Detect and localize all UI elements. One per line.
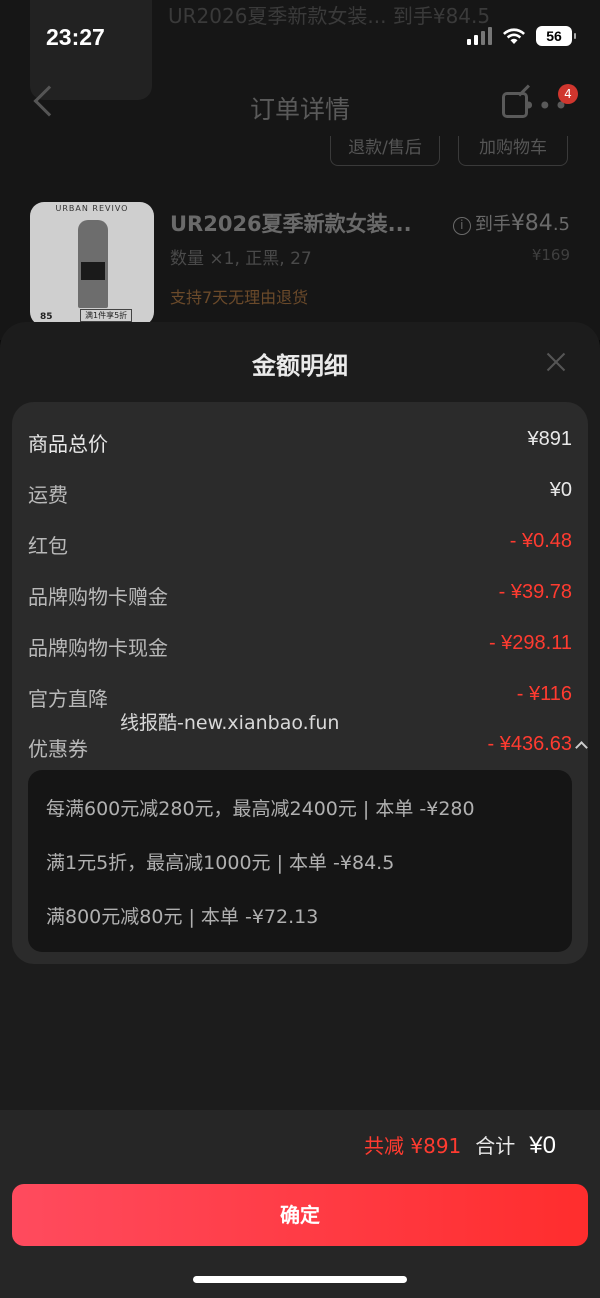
chevron-up-icon[interactable] [575, 741, 588, 754]
info-icon[interactable]: i [452, 217, 471, 235]
row-label: 运费 [28, 483, 68, 507]
row-brand-card-bonus: 品牌购物卡赠金 - ¥39.78 [28, 575, 572, 611]
final-price: i 到手¥84.5 [452, 210, 570, 236]
row-value: ¥891 [527, 428, 573, 450]
row-value: - ¥116 [516, 683, 572, 705]
watermark-text: 线报酷-new.xianbao.fun [120, 712, 340, 734]
confirm-button[interactable]: 确定 [12, 1184, 588, 1246]
row-value: - ¥0.48 [509, 530, 572, 552]
notification-badge: 4 [558, 84, 578, 104]
row-label: 红包 [28, 534, 68, 558]
original-price: ¥169 [531, 246, 570, 264]
totals-summary: 共减 ¥891 合计 ¥0 [364, 1130, 556, 1160]
row-value: - ¥39.78 [498, 581, 572, 603]
sheet-footer: 共减 ¥891 合计 ¥0 确定 [0, 1110, 600, 1298]
coupon-line: 满800元减80元 | 本单 -¥72.13 [46, 906, 319, 928]
row-label: 商品总价 [28, 432, 108, 456]
product-item[interactable]: URBAN REVIVO 85 满1件享5折 UR2026夏季新款女装... 数… [30, 202, 570, 327]
row-value: - ¥298.11 [488, 632, 572, 654]
more-icon[interactable]: ••• [522, 94, 570, 118]
cellular-signal-icon [467, 27, 492, 45]
row-goods-total: 商品总价 ¥891 [28, 422, 572, 458]
thumbnail-price: 85 [40, 312, 53, 322]
wifi-icon [503, 28, 525, 44]
row-label: 官方直降 [28, 687, 108, 711]
model-figure-image [78, 220, 108, 308]
row-value: - ¥436.63 [487, 733, 572, 755]
product-spec: 数量 ×1, 正黑, 27 [170, 249, 312, 269]
battery-icon: 56 [536, 26, 576, 46]
product-title: UR2026夏季新款女装... [170, 212, 412, 236]
thumbnail-promo-tag: 满1件享5折 [80, 309, 133, 322]
refund-aftersale-button[interactable]: 退款/售后 [330, 136, 440, 166]
row-label: 品牌购物卡现金 [28, 636, 168, 660]
nav-bar: 订单详情 ••• 4 [0, 76, 600, 136]
add-to-cart-button[interactable]: 加购物车 [458, 136, 568, 166]
row-brand-card-cash: 品牌购物卡现金 - ¥298.11 [28, 626, 572, 662]
amount-detail-card: 商品总价 ¥891 运费 ¥0 红包 - ¥0.48 品牌购物卡赠金 - ¥39… [12, 402, 588, 964]
return-policy-text: 支持7天无理由退货 [170, 288, 309, 307]
row-label: 优惠券 [28, 737, 88, 761]
home-indicator[interactable] [193, 1276, 407, 1283]
total-label: 合计 [475, 1134, 516, 1158]
close-icon[interactable] [546, 352, 566, 372]
row-value: ¥0 [549, 479, 572, 501]
status-icons: 56 [467, 26, 576, 46]
coupon-line: 满1元5折，最高减1000元 | 本单 -¥84.5 [46, 852, 395, 874]
status-bar: 23:27 56 [0, 0, 600, 76]
thumbnail-brand: URBAN REVIVO [55, 204, 129, 213]
row-label: 品牌购物卡赠金 [28, 585, 168, 609]
row-red-packet: 红包 - ¥0.48 [28, 524, 572, 560]
product-thumbnail: URBAN REVIVO 85 满1件享5折 [30, 202, 154, 326]
total-saved: 共减 ¥891 [364, 1134, 462, 1158]
order-detail-background: UR2026夏季新款女装... 到手¥84.5 23:27 56 订单详情 ••… [0, 0, 600, 340]
status-time: 23:27 [46, 24, 105, 50]
coupon-detail-list: 每满600元减280元，最高减2400元 | 本单 -¥280 满1元5折，最高… [28, 770, 572, 952]
total-value: ¥0 [529, 1132, 556, 1159]
sheet-title: 金额明细 [252, 352, 348, 380]
coupon-line: 每满600元减280元，最高减2400元 | 本单 -¥280 [46, 798, 475, 820]
row-shipping: 运费 ¥0 [28, 473, 572, 509]
